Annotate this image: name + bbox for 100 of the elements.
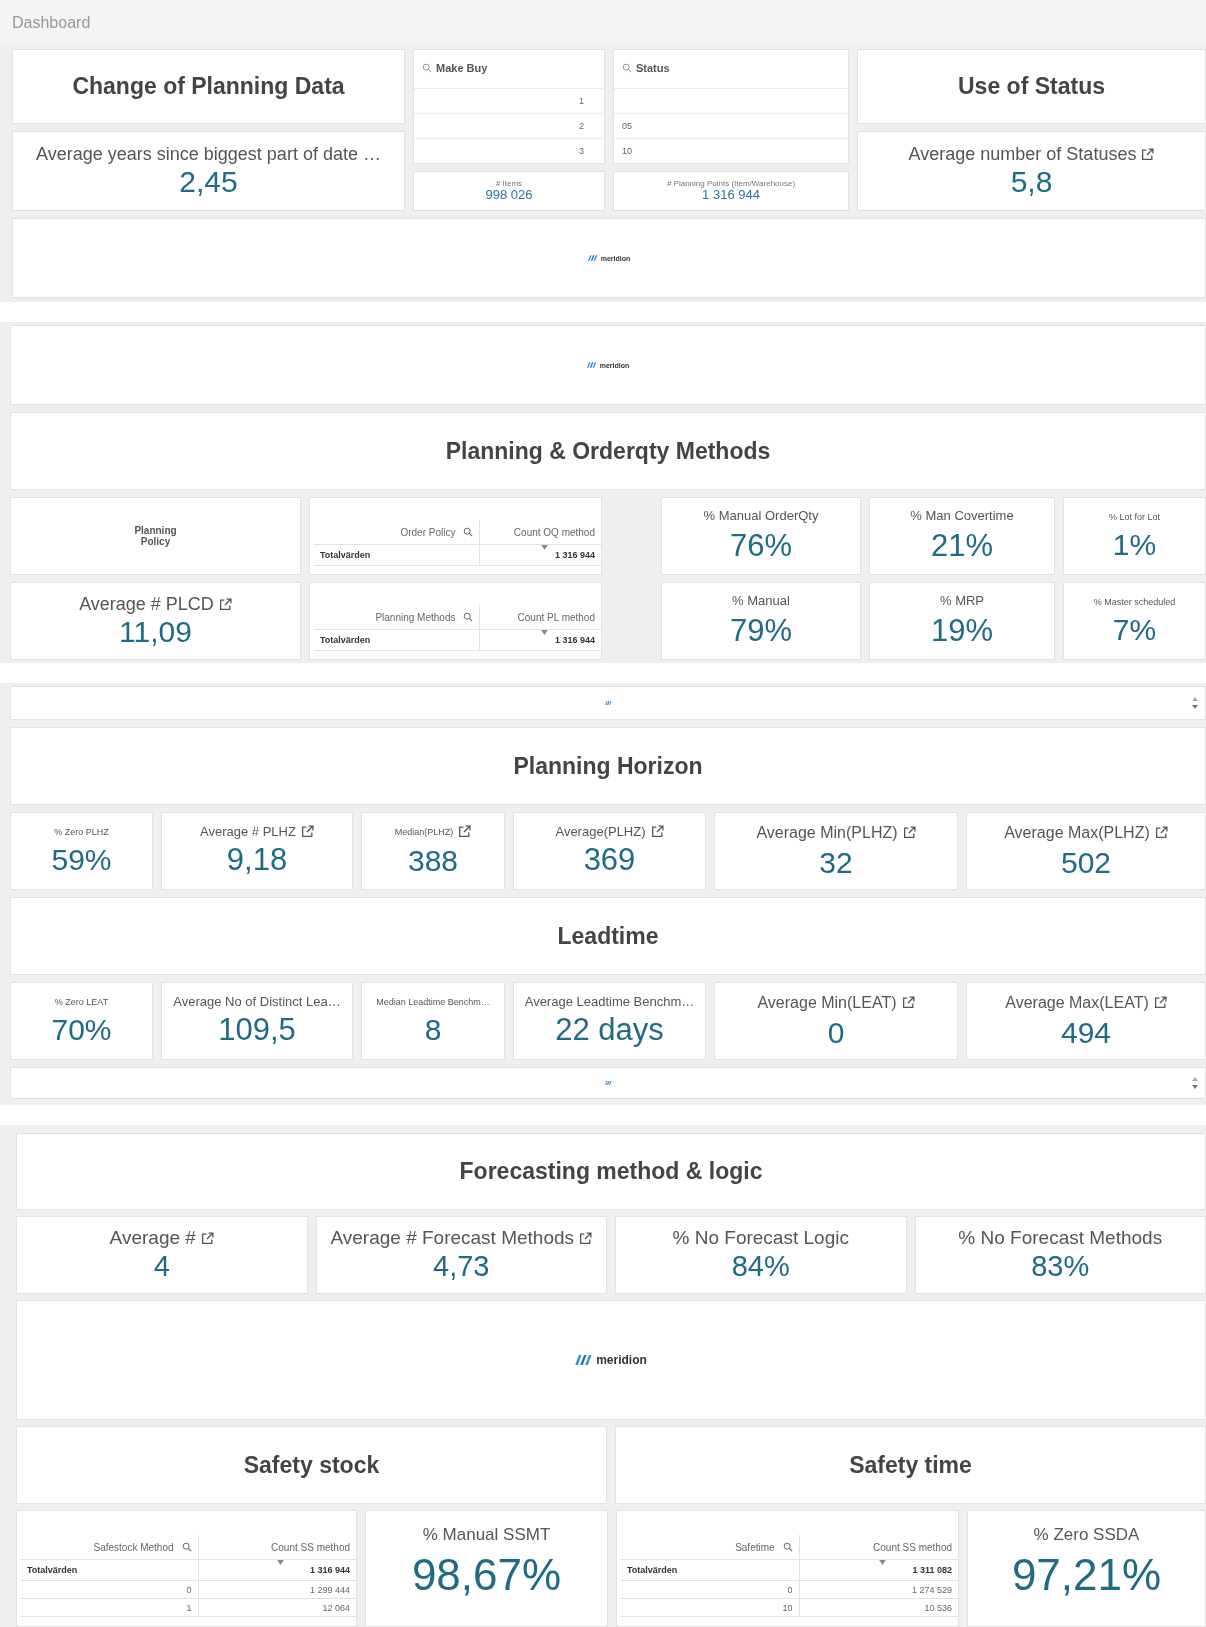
column-header[interactable]: Safestock Method <box>93 1541 174 1553</box>
kpi-label: % Zero PLHZ <box>54 826 109 837</box>
logo-icon <box>587 255 598 261</box>
search-icon[interactable] <box>422 63 432 73</box>
kpi-label: Average # PLCD <box>79 594 214 615</box>
table-cell: 1 311 082 <box>912 1565 952 1575</box>
section-title: Planning Horizon <box>513 752 703 780</box>
search-icon[interactable] <box>463 612 474 622</box>
kpi-label: Average # Forecast Methods <box>330 1227 575 1250</box>
kpi-label: % Manual OrderQty <box>703 508 819 524</box>
kpi-value: 76% <box>729 529 792 564</box>
kpi-value: 21% <box>930 529 993 564</box>
column-header[interactable]: Count SS method <box>271 1541 350 1553</box>
list-item[interactable]: 05 <box>622 121 632 131</box>
external-link-icon[interactable] <box>650 825 664 839</box>
list-item[interactable]: 3 <box>579 146 584 156</box>
kpi-value: 109,5 <box>218 1013 296 1048</box>
column-header[interactable]: Safetime <box>735 1541 775 1553</box>
scroll-arrows-icon[interactable] <box>1191 696 1199 710</box>
card-title: Planning Policy <box>133 525 178 547</box>
kpi-value: 97,21% <box>1011 1551 1162 1600</box>
column-header[interactable]: Count PL method <box>517 611 595 623</box>
kpi-value: 84% <box>731 1251 790 1283</box>
sort-icon[interactable] <box>878 1560 886 1565</box>
scroll-arrows-icon[interactable] <box>1191 1076 1199 1090</box>
table-cell: Totalvärden <box>27 1565 78 1575</box>
column-header[interactable]: Count OQ method <box>513 526 595 538</box>
kpi-label: Average Leadtime Benchm… <box>524 994 695 1010</box>
kpi-label: # Items <box>495 179 523 189</box>
kpi-value: 32 <box>819 845 853 879</box>
search-icon[interactable] <box>622 63 632 73</box>
section-title: Forecasting method & logic <box>459 1158 763 1185</box>
external-link-icon[interactable] <box>200 1231 214 1245</box>
kpi-label: % Master scheduled <box>1093 596 1176 607</box>
external-link-icon[interactable] <box>901 996 915 1009</box>
list-item[interactable]: 1 <box>579 96 584 106</box>
column-header[interactable]: Planning Methods <box>375 611 456 623</box>
filter-title[interactable]: Status <box>636 62 670 74</box>
page-title: Dashboard <box>12 13 91 32</box>
sort-icon[interactable] <box>277 1560 285 1565</box>
external-link-icon[interactable] <box>300 825 314 839</box>
kpi-value: 494 <box>1060 1015 1112 1049</box>
table-cell: 10 536 <box>924 1602 952 1613</box>
kpi-label: % Zero SSDA <box>1033 1525 1140 1545</box>
kpi-value: 79% <box>729 614 792 649</box>
kpi-value: 502 <box>1060 845 1112 879</box>
kpi-value: 19% <box>930 614 993 649</box>
table-cell: 0 <box>186 1584 192 1595</box>
table-cell: 1 316 944 <box>554 550 595 560</box>
kpi-value: 1% <box>1112 527 1157 561</box>
section-title: Change of Planning Data <box>72 73 345 100</box>
section-title: Leadtime <box>557 922 659 950</box>
kpi-label: Average years since biggest part of date … <box>36 144 381 165</box>
table-cell: 10 <box>782 1602 793 1613</box>
kpi-label: % No Forecast Logic <box>672 1227 849 1250</box>
section-title: Planning & Orderqty Methods <box>445 437 771 465</box>
list-item[interactable]: 2 <box>579 121 584 131</box>
kpi-value: 22 days <box>555 1013 664 1048</box>
kpi-value: 1 316 944 <box>702 188 760 203</box>
external-link-icon[interactable] <box>1141 148 1155 161</box>
external-link-icon[interactable] <box>902 826 916 839</box>
kpi-value: 98,67% <box>411 1551 562 1600</box>
external-link-icon[interactable] <box>1153 996 1167 1009</box>
kpi-value: 0 <box>827 1015 845 1049</box>
kpi-label: Average(PLHZ) <box>555 824 646 840</box>
table-cell: Totalvärden <box>320 635 371 645</box>
search-icon[interactable] <box>181 1542 192 1552</box>
external-link-icon[interactable] <box>458 825 472 838</box>
kpi-value: 11,09 <box>119 615 192 648</box>
kpi-label: Median(PLHZ) <box>394 826 454 837</box>
external-link-icon[interactable] <box>1154 826 1168 839</box>
kpi-label: # Planning Points (Item/Warehouse) <box>666 179 796 189</box>
section-title: Use of Status <box>958 73 1105 100</box>
kpi-label: % Lot for Lot <box>1109 511 1160 522</box>
sort-icon[interactable] <box>540 545 548 550</box>
search-icon[interactable] <box>782 1542 793 1552</box>
kpi-label: Average # PLHZ <box>200 824 296 840</box>
section-title: Safety stock <box>243 1451 380 1479</box>
kpi-value: 70% <box>51 1012 112 1046</box>
external-link-icon[interactable] <box>218 598 232 611</box>
column-header[interactable]: Count SS method <box>873 1541 952 1553</box>
kpi-label: Average Min(LEAT) <box>757 993 897 1012</box>
external-link-icon[interactable] <box>579 1231 593 1245</box>
kpi-value: 5,8 <box>1010 165 1053 198</box>
kpi-value: 59% <box>51 842 112 876</box>
kpi-label: Average No of Distinct Lea… <box>173 994 341 1010</box>
filter-title[interactable]: Make Buy <box>436 62 488 74</box>
logo-icon <box>604 701 612 705</box>
table-cell: 0 <box>787 1584 793 1595</box>
kpi-value: 9,18 <box>226 843 288 878</box>
kpi-label: Average # <box>109 1227 196 1250</box>
kpi-label: Average Max(PLHZ) <box>1004 823 1150 842</box>
kpi-value: 7% <box>1112 612 1157 646</box>
logo-text: meridion <box>596 1353 647 1367</box>
list-item[interactable]: 10 <box>622 146 632 156</box>
section-title: Safety time <box>849 1451 972 1479</box>
kpi-label: Average Min(PLHZ) <box>756 823 898 842</box>
column-header[interactable]: Order Policy <box>400 526 456 538</box>
search-icon[interactable] <box>463 527 474 537</box>
sort-icon[interactable] <box>540 630 548 635</box>
